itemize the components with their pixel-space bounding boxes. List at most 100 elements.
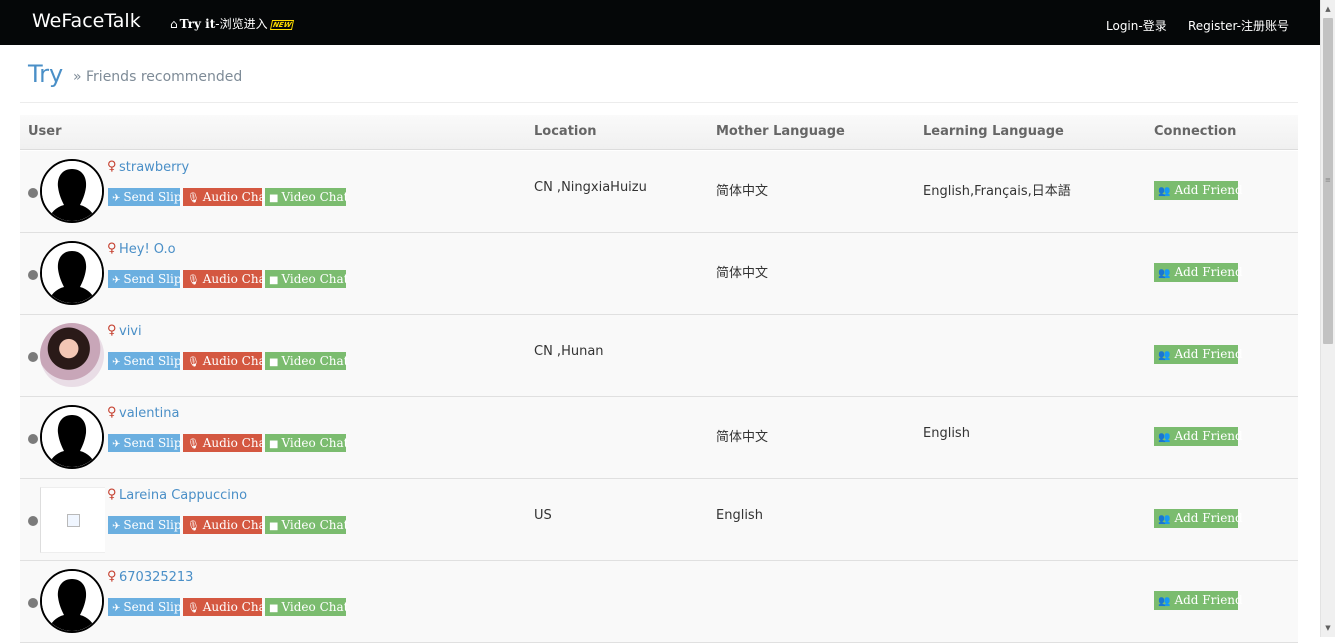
avatar[interactable] [40, 569, 104, 633]
mother-language-cell: 简体中文 [716, 184, 769, 199]
microphone-icon: 🎙 [187, 521, 200, 532]
paper-plane-icon: ✈ [112, 603, 121, 614]
nav-try-link[interactable]: ⌂ Try it-浏览进入 NEW [170, 15, 295, 32]
add-friend-button[interactable]: 👥 Add Friend [1154, 509, 1243, 528]
audio-chat-label: Audio Chat [202, 272, 271, 286]
video-camera-icon: ■ [269, 439, 279, 450]
add-friend-label: Add Friend [1174, 593, 1243, 607]
mother-language-cell: English [716, 508, 763, 523]
send-slip-label: Send Slip [123, 436, 182, 450]
send-slip-button[interactable]: ✈ Send Slip [108, 270, 182, 288]
login-link[interactable]: Login-登录 [1106, 17, 1167, 34]
female-icon: ♀ [107, 159, 117, 174]
avatar[interactable] [40, 405, 104, 469]
user-silhouette-icon [42, 161, 102, 221]
user-name-link[interactable]: vivi [119, 324, 142, 339]
audio-chat-label: Audio Chat [202, 354, 271, 368]
add-friend-label: Add Friend [1174, 183, 1243, 197]
user-name-link[interactable]: 670325213 [119, 570, 193, 585]
online-status-dot [28, 352, 38, 362]
avatar[interactable] [40, 323, 104, 387]
video-camera-icon: ■ [269, 521, 279, 532]
audio-chat-label: Audio Chat [202, 190, 271, 204]
add-friend-label: Add Friend [1174, 511, 1243, 525]
video-chat-button[interactable]: ■ Video Chat [265, 434, 348, 452]
col-header-location: Location [534, 124, 597, 139]
user-name-link[interactable]: Lareina Cappuccino [119, 488, 247, 503]
microphone-icon: 🎙 [187, 193, 200, 204]
register-link[interactable]: Register-注册账号 [1188, 17, 1289, 34]
video-chat-label: Video Chat [281, 354, 349, 368]
paper-plane-icon: ✈ [112, 357, 121, 368]
mother-language-cell: 简体中文 [716, 430, 769, 445]
avatar[interactable] [40, 159, 104, 223]
add-friend-label: Add Friend [1174, 347, 1243, 361]
microphone-icon: 🎙 [187, 275, 200, 286]
microphone-icon: 🎙 [187, 439, 200, 450]
location-cell: CN ,Hunan [534, 344, 604, 359]
navbar: WeFaceTalk ⌂ Try it-浏览进入 NEW Login-登录 Regi… [0, 0, 1320, 45]
video-chat-button[interactable]: ■ Video Chat [265, 352, 349, 370]
table-row: ♀ vivi ✈ Send Slip 🎙 Audio Chat ■ Video Chat CN … [20, 315, 1298, 397]
user-name-link[interactable]: strawberry [119, 160, 189, 175]
microphone-icon: 🎙 [187, 603, 200, 614]
video-camera-icon: ■ [269, 603, 279, 614]
avatar[interactable] [40, 241, 104, 305]
send-slip-button[interactable]: ✈ Send Slip [108, 352, 182, 370]
nav-try-cn: -浏览进入 [215, 17, 268, 31]
female-icon: ♀ [107, 241, 117, 256]
microphone-icon: 🎙 [187, 357, 200, 368]
add-friend-button[interactable]: 👥 Add Friend [1154, 591, 1243, 610]
add-user-icon: 👥 [1158, 268, 1171, 279]
add-user-icon: 👥 [1158, 596, 1171, 607]
online-status-dot [28, 598, 38, 608]
paper-plane-icon: ✈ [112, 439, 121, 450]
user-name-link[interactable]: valentina [119, 406, 179, 421]
learning-language-cell: English,Français,日本語 [923, 184, 1071, 199]
online-status-dot [28, 270, 38, 280]
video-chat-button[interactable]: ■ Video Chat [265, 516, 348, 534]
send-slip-label: Send Slip [123, 600, 182, 614]
scrollbar-grip-icon: ≡ [1325, 176, 1331, 184]
video-chat-button[interactable]: ■ Video Chat [265, 270, 348, 288]
send-slip-button[interactable]: ✈ Send Slip [108, 188, 182, 206]
send-slip-button[interactable]: ✈ Send Slip [108, 516, 182, 534]
send-slip-button[interactable]: ✈ Send Slip [108, 434, 182, 452]
audio-chat-button[interactable]: 🎙 Audio Chat [183, 516, 271, 534]
female-icon: ♀ [107, 569, 117, 584]
add-friend-button[interactable]: 👥 Add Friend [1154, 427, 1243, 446]
audio-chat-button[interactable]: 🎙 Audio Chat [183, 598, 271, 616]
send-slip-button[interactable]: ✈ Send Slip [108, 598, 182, 616]
add-friend-button[interactable]: 👥 Add Friend [1154, 263, 1243, 282]
add-friend-label: Add Friend [1174, 429, 1243, 443]
add-friend-label: Add Friend [1174, 265, 1243, 279]
add-friend-button[interactable]: 👥 Add Friend [1154, 181, 1243, 200]
send-slip-label: Send Slip [123, 518, 182, 532]
send-slip-label: Send Slip [123, 190, 182, 204]
send-slip-label: Send Slip [123, 272, 182, 286]
audio-chat-button[interactable]: 🎙 Audio Chat [183, 188, 271, 206]
page-title: Try [28, 60, 64, 88]
vertical-scrollbar[interactable]: ▲ ≡ ▼ [1320, 0, 1335, 637]
table-row: ♀ strawberry ✈ Send Slip 🎙 Audio Chat ■ Video C… [20, 151, 1298, 233]
send-slip-label: Send Slip [123, 354, 182, 368]
add-user-icon: 👥 [1158, 350, 1171, 361]
video-chat-button[interactable]: ■ Video Chat [265, 598, 348, 616]
col-header-mother-language: Mother Language [716, 124, 845, 139]
nav-try-label: Try it [179, 17, 216, 31]
audio-chat-button[interactable]: 🎙 Audio Chat [183, 434, 271, 452]
add-friend-button[interactable]: 👥 Add Friend [1154, 345, 1243, 364]
audio-chat-label: Audio Chat [202, 436, 271, 450]
scroll-up-arrow-icon[interactable]: ▲ [1321, 2, 1335, 16]
audio-chat-button[interactable]: 🎙 Audio Chat [183, 352, 271, 370]
video-chat-button[interactable]: ■ Video Chat [265, 188, 348, 206]
audio-chat-button[interactable]: 🎙 Audio Chat [183, 270, 271, 288]
user-name-link[interactable]: Hey! O.o [119, 242, 176, 257]
female-icon: ♀ [107, 405, 117, 420]
brand-logo[interactable]: WeFaceTalk [32, 10, 141, 32]
table-row: ♀ 670325213 ✈ Send Slip 🎙 Audio Chat ■ Video Ch… [20, 561, 1298, 643]
scroll-down-arrow-icon[interactable]: ▼ [1321, 621, 1335, 635]
user-silhouette-icon [42, 407, 102, 467]
learning-language-cell: English [923, 426, 970, 441]
avatar[interactable] [40, 487, 105, 553]
